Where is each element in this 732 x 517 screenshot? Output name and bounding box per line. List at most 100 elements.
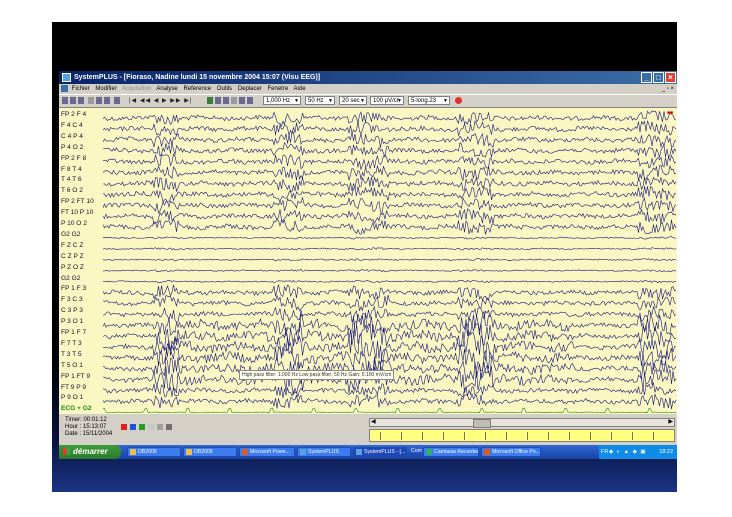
- duration-select[interactable]: 20 sec ▼: [339, 96, 367, 105]
- clock: 18:22: [659, 449, 673, 455]
- tool-flag-icon[interactable]: [157, 424, 163, 430]
- channel-label: C 4 P 4: [61, 132, 83, 140]
- tool-icon-2[interactable]: [215, 97, 221, 104]
- chevron-down-icon: ▼: [294, 98, 299, 104]
- mdi-window-controls[interactable]: _ ▫ ×: [662, 85, 674, 94]
- menu-bar: Fichier Modifier Acquisition Analyse Ref…: [59, 85, 677, 94]
- speed-value: 1,000 Hz: [266, 98, 291, 104]
- red-flag-icon[interactable]: [121, 424, 127, 430]
- print-icon[interactable]: [78, 97, 84, 104]
- toolbar: |◀ ◀◀ ◀ ▶ ▶▶ ▶| 1,000 Hz ▼ 50 Hz ▼ 20 sec ▼…: [59, 94, 677, 108]
- channel-label: P 4 O 2: [61, 143, 84, 151]
- speed-select[interactable]: 1,000 Hz ▼: [263, 96, 301, 105]
- task-db2005-1[interactable]: DB2005: [127, 447, 181, 457]
- timeline-tick: [422, 432, 423, 440]
- chevron-down-icon: ▼: [360, 98, 365, 104]
- timer-block: Timer: 00:01:12 Hour : 15:13:07 Date : 1…: [65, 417, 112, 438]
- channel-label: T 5 O 1: [61, 361, 83, 369]
- task-com[interactable]: Com: [409, 447, 423, 457]
- tool-icon-3[interactable]: [223, 97, 229, 104]
- menu-reference[interactable]: Reference: [183, 86, 211, 92]
- paste-icon[interactable]: [104, 97, 110, 104]
- tool-icon-5[interactable]: [239, 97, 245, 104]
- task-db2005-2[interactable]: DB2005: [183, 447, 237, 457]
- eeg-trace: [103, 120, 677, 137]
- task-systemplus-1[interactable]: SystemPLUS: [297, 447, 351, 457]
- menu-fichier[interactable]: Fichier: [72, 86, 90, 92]
- windows-taskbar: démarrer DB2005 DB2005 Microsoft Powe...…: [59, 445, 677, 459]
- save-icon[interactable]: [70, 97, 76, 104]
- scroll-thumb[interactable]: [473, 419, 491, 428]
- menu-acquisition[interactable]: Acquisition: [122, 86, 151, 92]
- gain-select[interactable]: 100 µV/cr ▼: [370, 96, 404, 105]
- start-button[interactable]: démarrer: [59, 445, 121, 459]
- close-button[interactable]: ×: [665, 72, 676, 83]
- blue-flag-icon[interactable]: [130, 424, 136, 430]
- maximize-button[interactable]: □: [653, 72, 664, 83]
- eeg-trace-area[interactable]: FP 2 F 4 F 4 C 4 C 4 P 4 P 4 O 2 FP 2 F 8 F 8…: [59, 108, 677, 414]
- language-indicator[interactable]: FR: [601, 445, 608, 459]
- horizontal-scrollbar[interactable]: ◀ ▶: [369, 418, 675, 428]
- date-text: Date : 15/11/2004: [65, 431, 113, 437]
- minimize-button[interactable]: _: [641, 72, 652, 83]
- eeg-trace: [103, 258, 677, 262]
- channel-label: F Z C Z: [61, 241, 84, 249]
- eeg-trace: [103, 407, 677, 413]
- menu-analyse[interactable]: Analyse: [156, 86, 177, 92]
- filter-select[interactable]: 50 Hz ▼: [305, 96, 335, 105]
- green-flag-icon[interactable]: [139, 424, 145, 430]
- event-marker: ■■: [666, 110, 673, 116]
- task-powerpoint[interactable]: Microsoft Powe...: [239, 447, 295, 457]
- tool-icon-4[interactable]: [231, 97, 237, 104]
- channel-label: FP 2 F 8: [61, 154, 87, 162]
- channel-label: F 7 T 3: [61, 339, 82, 347]
- menu-deplacer[interactable]: Deplacer: [238, 86, 262, 92]
- eeg-trace: [103, 382, 677, 398]
- chevron-down-icon: ▼: [328, 98, 333, 104]
- system-tray: FR ◆ ◐ ▲ ◆ ▣ 18:22: [599, 445, 677, 459]
- grey-flag-icon[interactable]: [148, 424, 154, 430]
- menu-outils[interactable]: Outils: [217, 86, 232, 92]
- eeg-trace: [103, 392, 677, 410]
- task-systemplus-2[interactable]: SystemPLUS - [...: [353, 447, 407, 457]
- channel-label: P 3 O 1: [61, 318, 84, 326]
- timeline-tick: [611, 432, 612, 440]
- eeg-trace: [103, 196, 677, 215]
- eeg-traces: [103, 110, 677, 413]
- menu-aide[interactable]: Aide: [294, 86, 306, 92]
- scroll-left-icon[interactable]: ◀: [371, 418, 376, 425]
- playback-controls[interactable]: |◀ ◀◀ ◀ ▶ ▶▶ ▶|: [129, 97, 192, 105]
- stop-icon[interactable]: [455, 97, 462, 104]
- channel-label: T 4 T 6: [61, 176, 82, 184]
- task-camtasia[interactable]: Camtasia Recorder: [423, 447, 479, 457]
- tool-icon-1[interactable]: [207, 97, 213, 104]
- montage-select[interactable]: 5-long.23 ▼: [408, 96, 450, 105]
- copy-icon[interactable]: [96, 97, 102, 104]
- chart-icon[interactable]: [114, 97, 120, 104]
- timeline-tick: [548, 432, 549, 440]
- channel-label: FP 2 FT 10: [61, 198, 94, 206]
- tray-icons[interactable]: ◆ ◐ ▲ ◆ ▣: [609, 445, 647, 459]
- eeg-trace: [103, 164, 677, 182]
- channel-label: FP 1 F 3: [61, 285, 87, 293]
- timeline-tick: [506, 432, 507, 440]
- timeline-tick: [653, 432, 654, 440]
- gain-value: 100 µV/cr: [373, 98, 399, 104]
- menu-fenetre[interactable]: Fenetre: [268, 86, 289, 92]
- eeg-trace: [103, 110, 677, 127]
- cut-icon[interactable]: [88, 97, 94, 104]
- eeg-trace: [103, 176, 677, 193]
- timeline-tick: [590, 432, 591, 440]
- task-office[interactable]: Microsoft Office Po...: [481, 447, 541, 457]
- trash-icon[interactable]: [166, 424, 172, 430]
- tool-icon-6[interactable]: [247, 97, 253, 104]
- recording-timeline[interactable]: [369, 429, 675, 442]
- channel-label: P Z O Z: [61, 263, 84, 271]
- powerpoint-icon: [242, 448, 248, 455]
- eeg-trace: [103, 236, 677, 240]
- open-icon[interactable]: [62, 97, 68, 104]
- scroll-right-icon[interactable]: ▶: [668, 418, 673, 425]
- menu-modifier[interactable]: Modifier: [95, 86, 116, 92]
- office-icon: [484, 448, 490, 455]
- chevron-down-icon: ▼: [397, 98, 402, 104]
